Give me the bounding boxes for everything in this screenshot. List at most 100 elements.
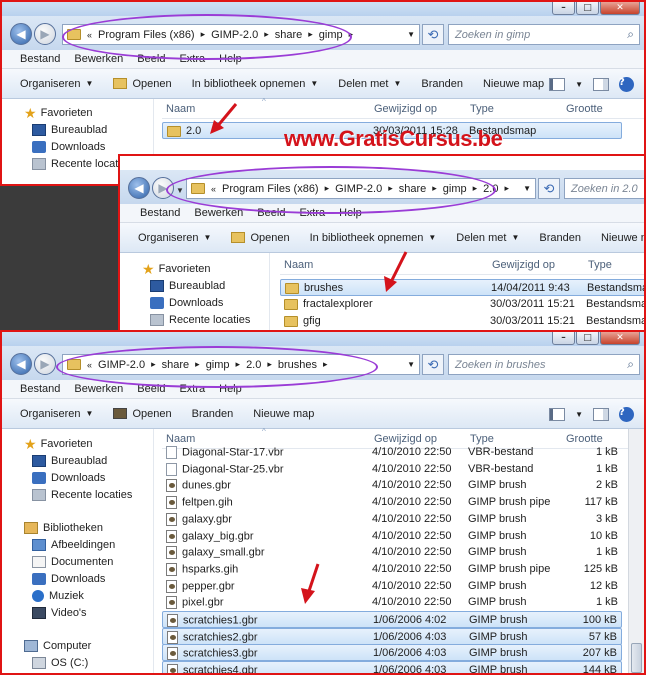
- breadcrumb-gimp-2[interactable]: GIMP-2.0: [335, 183, 382, 195]
- chevron-right-icon[interactable]: ▸: [195, 359, 200, 370]
- share-with-button[interactable]: Delen met ▼: [338, 78, 401, 90]
- breadcrumb-share[interactable]: share: [162, 359, 190, 371]
- address-dropdown-icon[interactable]: ▼: [407, 360, 415, 369]
- menu-file[interactable]: Bestand: [20, 53, 60, 65]
- chevron-right-icon[interactable]: ▸: [325, 183, 330, 194]
- chevron-right-icon[interactable]: ▸: [264, 29, 269, 40]
- breadcrumb-program-files[interactable]: Program Files (x86): [222, 183, 319, 195]
- maximize-button[interactable]: □: [576, 2, 599, 15]
- nav-music[interactable]: Muziek: [32, 590, 84, 602]
- column-type[interactable]: Type: [588, 259, 612, 271]
- refresh-button[interactable]: ⟲: [422, 24, 444, 45]
- help-icon[interactable]: ?: [619, 77, 634, 92]
- menu-edit[interactable]: Bewerken: [74, 383, 123, 395]
- column-type[interactable]: Type: [470, 103, 494, 115]
- address-bar[interactable]: « Program Files (x86) ▸ GIMP-2.0 ▸ share ▸ …: [62, 24, 420, 45]
- burn-button[interactable]: Branden: [539, 232, 581, 244]
- chevron-right-icon[interactable]: ▸: [432, 183, 437, 194]
- burn-button[interactable]: Branden: [421, 78, 463, 90]
- column-name[interactable]: Naam: [284, 259, 313, 271]
- nav-downloads[interactable]: Downloads: [32, 472, 105, 484]
- address-dropdown-icon[interactable]: ▼: [407, 30, 415, 39]
- menu-extra[interactable]: Extra: [299, 207, 325, 219]
- organize-button[interactable]: Organiseren ▼: [20, 78, 93, 90]
- minimize-button[interactable]: –: [552, 332, 575, 345]
- breadcrumb-share[interactable]: share: [275, 29, 303, 41]
- menu-edit[interactable]: Bewerken: [74, 53, 123, 65]
- menu-file[interactable]: Bestand: [140, 207, 180, 219]
- chevron-right-icon[interactable]: ▸: [323, 359, 328, 370]
- menu-extra[interactable]: Extra: [179, 383, 205, 395]
- menu-extra[interactable]: Extra: [179, 53, 205, 65]
- breadcrumb-gimp[interactable]: gimp: [206, 359, 230, 371]
- help-icon[interactable]: ?: [619, 407, 634, 422]
- search-icon[interactable]: ⌕: [627, 27, 634, 42]
- maximize-button[interactable]: □: [576, 332, 599, 345]
- open-button[interactable]: Openen: [231, 232, 290, 244]
- nav-favorites[interactable]: ★ Favorieten: [142, 262, 211, 276]
- search-input[interactable]: Zoeken in brushes ⌕: [448, 354, 640, 375]
- address-bar[interactable]: « GIMP-2.0 ▸ share ▸ gimp ▸ 2.0 ▸ brushes ▸ ▼: [62, 354, 420, 375]
- nav-recent[interactable]: Recente locaties: [32, 489, 132, 501]
- breadcrumb-gimp[interactable]: gimp: [319, 29, 343, 41]
- file-row[interactable]: scratchies1.gbr 1/06/2006 4:02 GIMP brush 1…: [162, 611, 622, 628]
- organize-button[interactable]: Organiseren ▼: [20, 408, 93, 420]
- file-row[interactable]: scratchies2.gbr 1/06/2006 4:03 GIMP brush 5…: [162, 627, 622, 645]
- breadcrumb-gimp-2[interactable]: GIMP-2.0: [211, 29, 258, 41]
- column-size[interactable]: Grootte: [566, 103, 603, 115]
- file-row[interactable]: Diagonal-Star-17.vbr 4/10/2010 22:50 VBR-b…: [162, 444, 622, 461]
- address-dropdown-icon[interactable]: ▼: [523, 184, 531, 193]
- chevron-right-icon[interactable]: ▸: [151, 359, 156, 370]
- scrollbar-thumb[interactable]: [631, 643, 642, 673]
- include-library-button[interactable]: In bibliotheek opnemen ▼: [310, 232, 437, 244]
- chevron-right-icon[interactable]: ▸: [308, 29, 313, 40]
- nav-drive-c[interactable]: OS (C:): [32, 657, 88, 669]
- file-row[interactable]: scratchies3.gbr 1/06/2006 4:03 GIMP brush 2…: [162, 644, 622, 662]
- overflow-chevron-icon[interactable]: «: [87, 30, 92, 40]
- file-row[interactable]: dunes.gbr 4/10/2010 22:50 GIMP brush 2 kB: [162, 477, 622, 494]
- menu-view[interactable]: Beeld: [257, 207, 285, 219]
- back-button[interactable]: ◀: [10, 353, 32, 375]
- column-name[interactable]: Naam: [166, 103, 195, 115]
- nav-favorites[interactable]: ★ Favorieten: [24, 106, 93, 120]
- nav-documents[interactable]: Documenten: [32, 556, 113, 568]
- preview-pane-icon[interactable]: [593, 408, 609, 421]
- chevron-right-icon[interactable]: ▸: [236, 359, 241, 370]
- nav-desktop[interactable]: Bureaublad: [32, 124, 107, 136]
- file-row[interactable]: galaxy_small.gbr 4/10/2010 22:50 GIMP brus…: [162, 544, 622, 561]
- nav-desktop[interactable]: Bureaublad: [150, 280, 225, 292]
- organize-button[interactable]: Organiseren ▼: [138, 232, 211, 244]
- file-row[interactable]: pepper.gbr 4/10/2010 22:50 GIMP brush 12 kB: [162, 578, 622, 595]
- nav-downloads[interactable]: Downloads: [32, 141, 105, 153]
- chevron-right-icon[interactable]: ▸: [473, 183, 478, 194]
- menu-view[interactable]: Beeld: [137, 53, 165, 65]
- refresh-button[interactable]: ⟲: [538, 178, 560, 199]
- menu-help[interactable]: Help: [339, 207, 362, 219]
- change-view-icon[interactable]: [549, 408, 566, 421]
- breadcrumb-share[interactable]: share: [399, 183, 427, 195]
- forward-button[interactable]: ▶: [34, 23, 56, 45]
- nav-desktop[interactable]: Bureaublad: [32, 455, 107, 467]
- open-button[interactable]: Openen: [113, 408, 172, 420]
- forward-button[interactable]: ▶: [34, 353, 56, 375]
- back-button[interactable]: ◀: [10, 23, 32, 45]
- menu-view[interactable]: Beeld: [137, 383, 165, 395]
- breadcrumb-program-files[interactable]: Program Files (x86): [98, 29, 195, 41]
- nav-downloads[interactable]: Downloads: [150, 297, 223, 309]
- search-input[interactable]: Zoeken in 2.0: [564, 178, 644, 199]
- file-row[interactable]: pixel.gbr 4/10/2010 22:50 GIMP brush 1 kB: [162, 594, 622, 611]
- menu-help[interactable]: Help: [219, 53, 242, 65]
- file-row[interactable]: brushes 14/04/2011 9:43 Bestandsmap: [280, 279, 644, 296]
- file-row[interactable]: gfig 30/03/2011 15:21 Bestandsmap: [280, 313, 644, 330]
- chevron-down-icon[interactable]: ▼: [575, 410, 583, 419]
- breadcrumb-brushes[interactable]: brushes: [278, 359, 317, 371]
- chevron-right-icon[interactable]: ▸: [504, 183, 509, 194]
- burn-button[interactable]: Branden: [192, 408, 234, 420]
- overflow-chevron-icon[interactable]: «: [87, 360, 92, 370]
- chevron-right-icon[interactable]: ▸: [201, 29, 206, 40]
- nav-pictures[interactable]: Afbeeldingen: [32, 539, 115, 551]
- file-row[interactable]: galaxy.gbr 4/10/2010 22:50 GIMP brush 3 kB: [162, 511, 622, 528]
- chevron-down-icon[interactable]: ▼: [575, 80, 583, 89]
- share-with-button[interactable]: Delen met ▼: [456, 232, 519, 244]
- preview-pane-icon[interactable]: [593, 78, 609, 91]
